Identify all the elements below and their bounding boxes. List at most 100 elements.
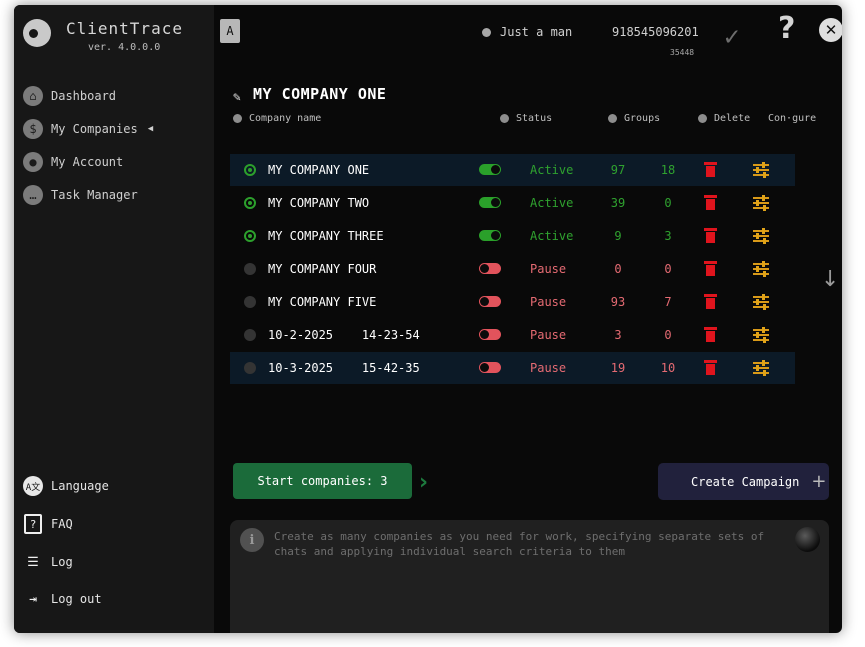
status-text: Active (530, 229, 574, 243)
trash-icon[interactable] (704, 360, 717, 375)
sidebar-item-my-companies[interactable]: $ My Companies ◀ (23, 118, 153, 140)
company-row[interactable]: MY COMPANY ONE Active 97 18 (230, 154, 795, 186)
logout-icon: ⇥ (29, 591, 37, 607)
select-radio[interactable] (244, 263, 256, 275)
company-row[interactable]: MY COMPANY FIVE Pause 93 7 (230, 286, 795, 318)
select-radio[interactable] (244, 362, 256, 374)
sliders-icon[interactable] (753, 162, 769, 178)
groups-secondary-count: 0 (664, 262, 672, 276)
faq-label: FAQ (51, 517, 73, 531)
sidebar-item-my-account[interactable]: ● My Account (23, 151, 123, 173)
user-status-dot (482, 28, 491, 37)
sidebar-item-label: My Account (51, 155, 124, 169)
column-header-status: Status (500, 113, 552, 124)
info-icon: i (240, 528, 264, 552)
sidebar-item-dashboard[interactable]: ⌂ Dashboard (23, 85, 116, 107)
trash-icon[interactable] (704, 228, 717, 243)
status-toggle[interactable] (479, 263, 501, 274)
book-icon[interactable]: A (220, 19, 240, 43)
company-row[interactable]: MY COMPANY THREE Active 9 3 (230, 220, 795, 252)
sidebar: ClientTrace ver. 4.0.0.0 ⌂ Dashboard $ M… (14, 5, 214, 633)
groups-count: 0 (614, 262, 622, 276)
trash-icon[interactable] (704, 195, 717, 210)
header-label: Company name (249, 113, 322, 124)
home-icon: ⌂ (23, 86, 43, 106)
sliders-icon[interactable] (753, 360, 769, 376)
status-toggle[interactable] (479, 362, 501, 373)
pencil-icon[interactable]: ✎ (233, 90, 241, 105)
language-label: Language (51, 479, 109, 493)
trash-icon[interactable] (704, 294, 717, 309)
chevron-right-icon[interactable]: › (419, 470, 428, 495)
status-text: Pause (530, 262, 567, 276)
select-radio[interactable] (244, 197, 256, 209)
trash-icon[interactable] (704, 261, 717, 276)
company-name: 10-2-2025 14-23-54 (268, 328, 420, 342)
trash-icon[interactable] (704, 327, 717, 342)
header-label: Groups (624, 113, 661, 124)
log-label: Log (51, 555, 73, 569)
column-header-configure: Con·gure (768, 113, 816, 124)
check-icon[interactable]: ✓ (724, 22, 740, 52)
caret-left-icon: ◀ (147, 124, 154, 134)
sidebar-item-label: Dashboard (51, 89, 117, 103)
header-dot (608, 114, 617, 123)
log-button[interactable]: ☰ Log (23, 551, 73, 573)
language-button[interactable]: A文 Language (23, 475, 109, 497)
groups-count: 3 (614, 328, 622, 342)
column-header-name: Company name (233, 113, 321, 124)
sliders-icon[interactable] (753, 261, 769, 277)
select-radio[interactable] (244, 164, 256, 176)
header-label: Con·gure (768, 113, 817, 124)
company-name: 10-3-2025 15-42-35 (268, 361, 420, 375)
sliders-icon[interactable] (753, 327, 769, 343)
status-text: Active (530, 163, 574, 177)
select-radio[interactable] (244, 230, 256, 242)
groups-count: 9 (614, 229, 622, 243)
groups-secondary-count: 7 (664, 295, 672, 309)
groups-secondary-count: 18 (660, 163, 676, 177)
sliders-icon[interactable] (753, 195, 769, 211)
company-name: MY COMPANY FIVE (268, 295, 377, 309)
status-text: Pause (530, 361, 567, 375)
select-radio[interactable] (244, 296, 256, 308)
logout-button[interactable]: ⇥ Log out (23, 588, 102, 610)
company-name: MY COMPANY THREE (268, 229, 384, 243)
groups-count: 97 (610, 163, 626, 177)
status-text: Active (530, 196, 574, 210)
sidebar-item-label: Task Manager (51, 188, 138, 202)
company-row[interactable]: MY COMPANY TWO Active 39 0 (230, 187, 795, 219)
select-radio[interactable] (244, 329, 256, 341)
sidebar-item-task-manager[interactable]: … Task Manager (23, 184, 138, 206)
column-header-groups: Groups (608, 113, 660, 124)
faq-button[interactable]: ? FAQ (23, 513, 73, 535)
user-id: 918545096201 (612, 25, 699, 39)
scroll-down-icon[interactable]: ↓ (821, 267, 839, 292)
status-toggle[interactable] (479, 164, 501, 175)
status-toggle[interactable] (479, 197, 501, 208)
company-name: MY COMPANY ONE (268, 163, 370, 177)
status-toggle[interactable] (479, 230, 501, 241)
company-row[interactable]: 10-2-2025 14-23-54 Pause 3 0 (230, 319, 795, 351)
trash-icon[interactable] (704, 162, 717, 177)
status-text: Pause (530, 328, 567, 342)
company-row[interactable]: MY COMPANY FOUR Pause 0 0 (230, 253, 795, 285)
close-button[interactable]: ✕ (819, 18, 842, 42)
sliders-icon[interactable] (753, 228, 769, 244)
app-version: ver. 4.0.0.0 (88, 42, 161, 53)
sliders-icon[interactable] (753, 294, 769, 310)
app-window: ClientTrace ver. 4.0.0.0 ⌂ Dashboard $ M… (14, 5, 842, 633)
user-name: Just a man (500, 25, 573, 39)
start-companies-button[interactable]: Start companies: 3 (233, 463, 412, 499)
create-campaign-button[interactable]: Create Campaign + (658, 463, 829, 500)
groups-count: 93 (610, 295, 626, 309)
status-toggle[interactable] (479, 329, 501, 340)
status-toggle[interactable] (479, 296, 501, 307)
groups-count: 39 (610, 196, 626, 210)
user-sub-id: 35448 (670, 48, 695, 57)
company-row[interactable]: 10-3-2025 15-42-35 Pause 19 10 (230, 352, 795, 384)
faq-icon: ? (23, 514, 43, 534)
help-icon[interactable]: ? (778, 11, 795, 46)
list-icon: ☰ (27, 554, 39, 570)
logout-label: Log out (51, 592, 102, 606)
